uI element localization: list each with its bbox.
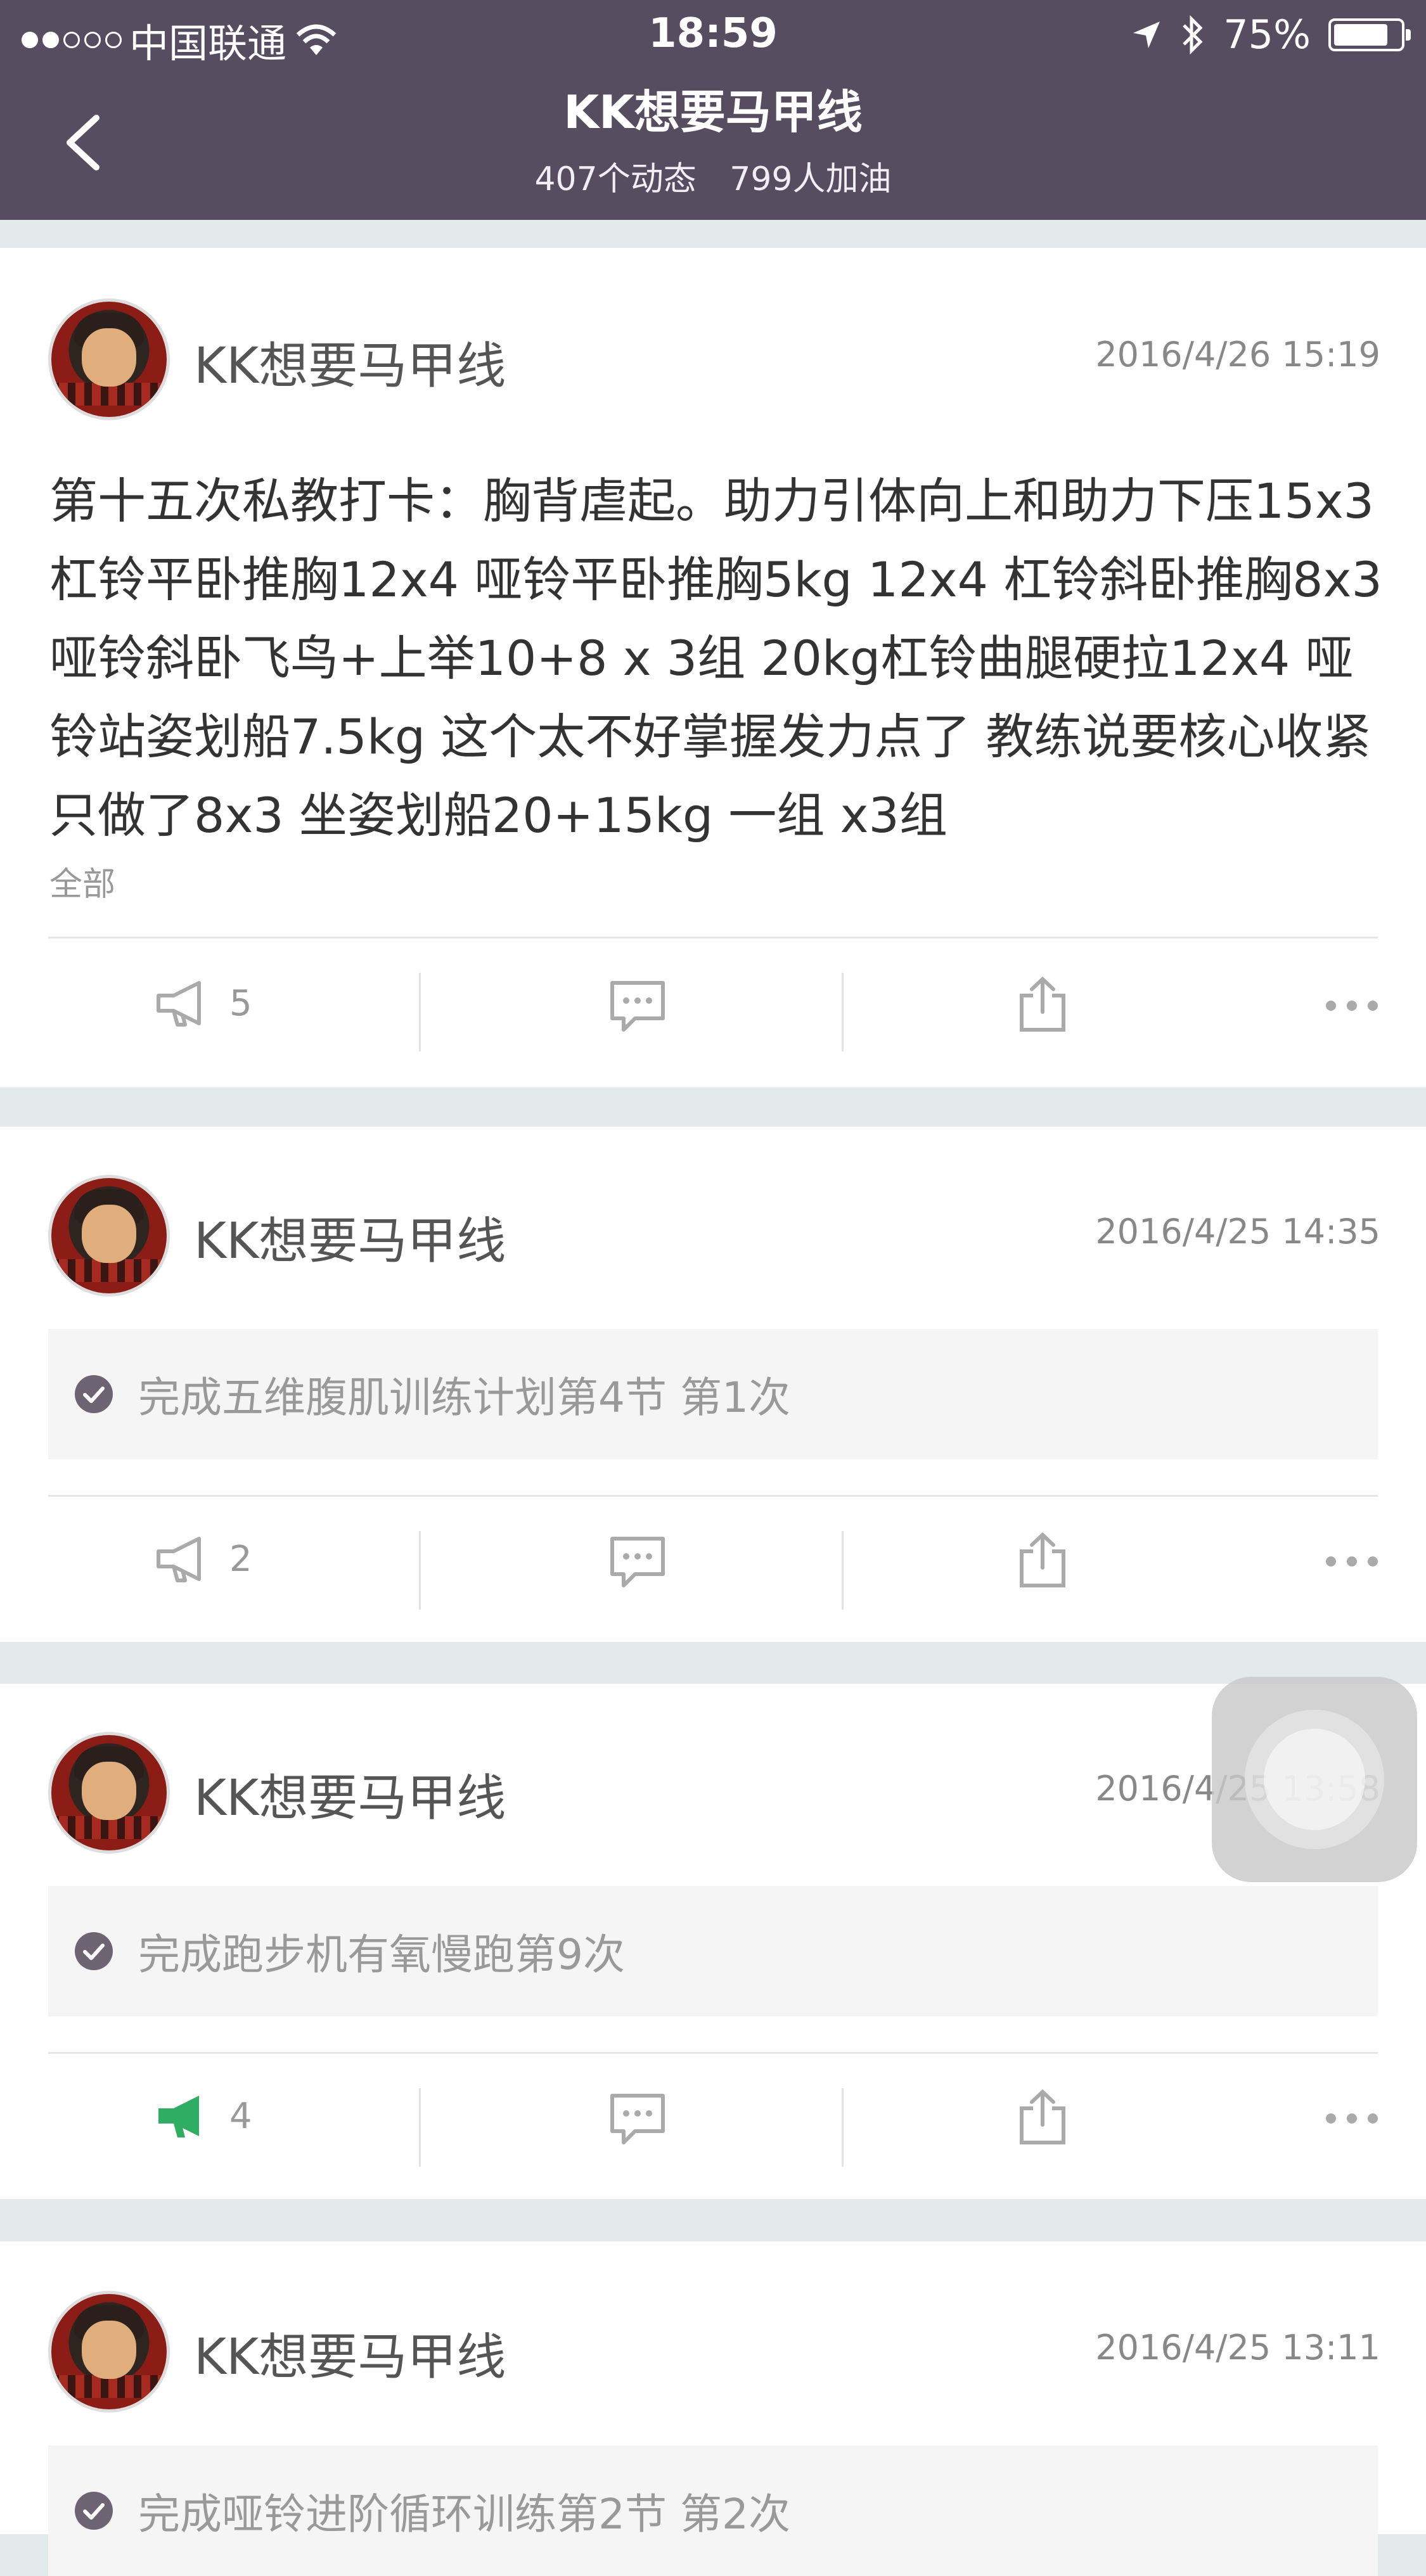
bluetooth-icon bbox=[1183, 15, 1203, 54]
more-dots-icon bbox=[1325, 1555, 1379, 1568]
divider bbox=[48, 1495, 1378, 1497]
page-title: KK想要马甲线 bbox=[563, 86, 863, 139]
divider bbox=[48, 937, 1378, 939]
battery-percent: 75% bbox=[1223, 11, 1311, 58]
cheers-count[interactable]: 799人加油 bbox=[729, 160, 891, 198]
share-icon bbox=[1015, 1531, 1070, 1589]
cheer-button[interactable]: 2 bbox=[152, 1530, 252, 1588]
plan-text: 完成哑铃进阶循环训练第2节 第2次 bbox=[138, 2490, 790, 2539]
cheer-count: 4 bbox=[229, 2095, 252, 2137]
more-options-button[interactable] bbox=[1325, 1555, 1379, 1568]
plan-text: 完成五维腹肌训练计划第4节 第1次 bbox=[138, 1373, 790, 1422]
nav-bar: 中国联通 18:59 75% KK想要马甲线 407个动态 799人加油 bbox=[0, 0, 1426, 220]
post-card: KK想要马甲线 2016/4/25 14:35 完成五维腹肌训练计划第4节 第1… bbox=[0, 1127, 1426, 1642]
cheer-button[interactable]: 4 bbox=[152, 2087, 252, 2145]
more-dots-icon bbox=[1325, 2112, 1379, 2125]
profile-stats: 407个动态 799人加油 bbox=[0, 152, 1426, 200]
action-bar: 2 bbox=[0, 1507, 1426, 1646]
status-bar: 中国联通 18:59 75% bbox=[0, 0, 1426, 70]
share-button[interactable] bbox=[1015, 1531, 1070, 1589]
post-timestamp: 2016/4/25 14:35 bbox=[1095, 1212, 1380, 1252]
megaphone-icon bbox=[152, 1530, 210, 1588]
comment-button[interactable] bbox=[608, 979, 667, 1035]
avatar[interactable] bbox=[48, 298, 170, 420]
action-bar: 4 bbox=[0, 2064, 1426, 2203]
share-icon bbox=[1015, 975, 1070, 1034]
action-bar: 5 bbox=[0, 949, 1426, 1088]
plan-text: 完成跑步机有氧慢跑第9次 bbox=[138, 1930, 625, 1979]
comment-icon bbox=[608, 979, 667, 1035]
avatar[interactable] bbox=[48, 1175, 170, 1297]
status-right: 75% bbox=[1131, 11, 1411, 58]
comment-button[interactable] bbox=[608, 1535, 667, 1591]
avatar[interactable] bbox=[48, 1732, 170, 1854]
post-timestamp: 2016/4/25 13:11 bbox=[1095, 2328, 1380, 2368]
comment-icon bbox=[608, 2092, 667, 2148]
location-arrow-icon bbox=[1133, 21, 1160, 48]
username[interactable]: KK想要马甲线 bbox=[194, 2317, 506, 2388]
comment-button[interactable] bbox=[608, 2092, 667, 2148]
megaphone-icon bbox=[152, 974, 210, 1032]
share-icon bbox=[1015, 2088, 1070, 2146]
post-card: KK想要马甲线 2016/4/25 13:11 完成哑铃进阶循环训练第2节 第2… bbox=[0, 2241, 1426, 2576]
megaphone-icon bbox=[152, 2087, 210, 2145]
post-card: KK想要马甲线 2016/4/26 15:19 第十五次私教打卡：胸背虐起。助力… bbox=[0, 248, 1426, 1087]
username[interactable]: KK想要马甲线 bbox=[194, 1201, 506, 1272]
share-button[interactable] bbox=[1015, 2088, 1070, 2146]
more-dots-icon bbox=[1325, 999, 1379, 1012]
plan-completion-item[interactable]: 完成五维腹肌训练计划第4节 第1次 bbox=[48, 1329, 1378, 1459]
username[interactable]: KK想要马甲线 bbox=[194, 1759, 506, 1829]
posts-count[interactable]: 407个动态 bbox=[534, 160, 696, 198]
plan-completion-item[interactable]: 完成跑步机有氧慢跑第9次 bbox=[48, 1886, 1378, 2016]
cheer-button[interactable]: 5 bbox=[152, 974, 252, 1032]
divider bbox=[48, 2052, 1378, 2054]
share-button[interactable] bbox=[1015, 975, 1070, 1034]
cheer-count: 2 bbox=[229, 1538, 252, 1580]
more-options-button[interactable] bbox=[1325, 2112, 1379, 2125]
username[interactable]: KK想要马甲线 bbox=[194, 326, 506, 397]
assistive-touch-button[interactable] bbox=[1212, 1677, 1417, 1882]
post-timestamp: 2016/4/26 15:19 bbox=[1095, 335, 1380, 375]
more-options-button[interactable] bbox=[1325, 999, 1379, 1012]
post-text: 第十五次私教打卡：胸背虐起。助力引体向上和助力下压15x3 杠铃平卧推胸12x4… bbox=[49, 473, 1382, 843]
expand-full-link[interactable]: 全部 bbox=[49, 857, 115, 905]
comment-icon bbox=[608, 1535, 667, 1591]
cheer-count: 5 bbox=[229, 982, 252, 1024]
battery-icon bbox=[1328, 18, 1411, 51]
avatar[interactable] bbox=[48, 2291, 170, 2413]
check-circle-icon bbox=[75, 2492, 113, 2530]
check-circle-icon bbox=[75, 1932, 113, 1970]
check-circle-icon bbox=[75, 1375, 113, 1413]
plan-completion-item[interactable]: 完成哑铃进阶循环训练第2节 第2次 bbox=[48, 2445, 1378, 2576]
